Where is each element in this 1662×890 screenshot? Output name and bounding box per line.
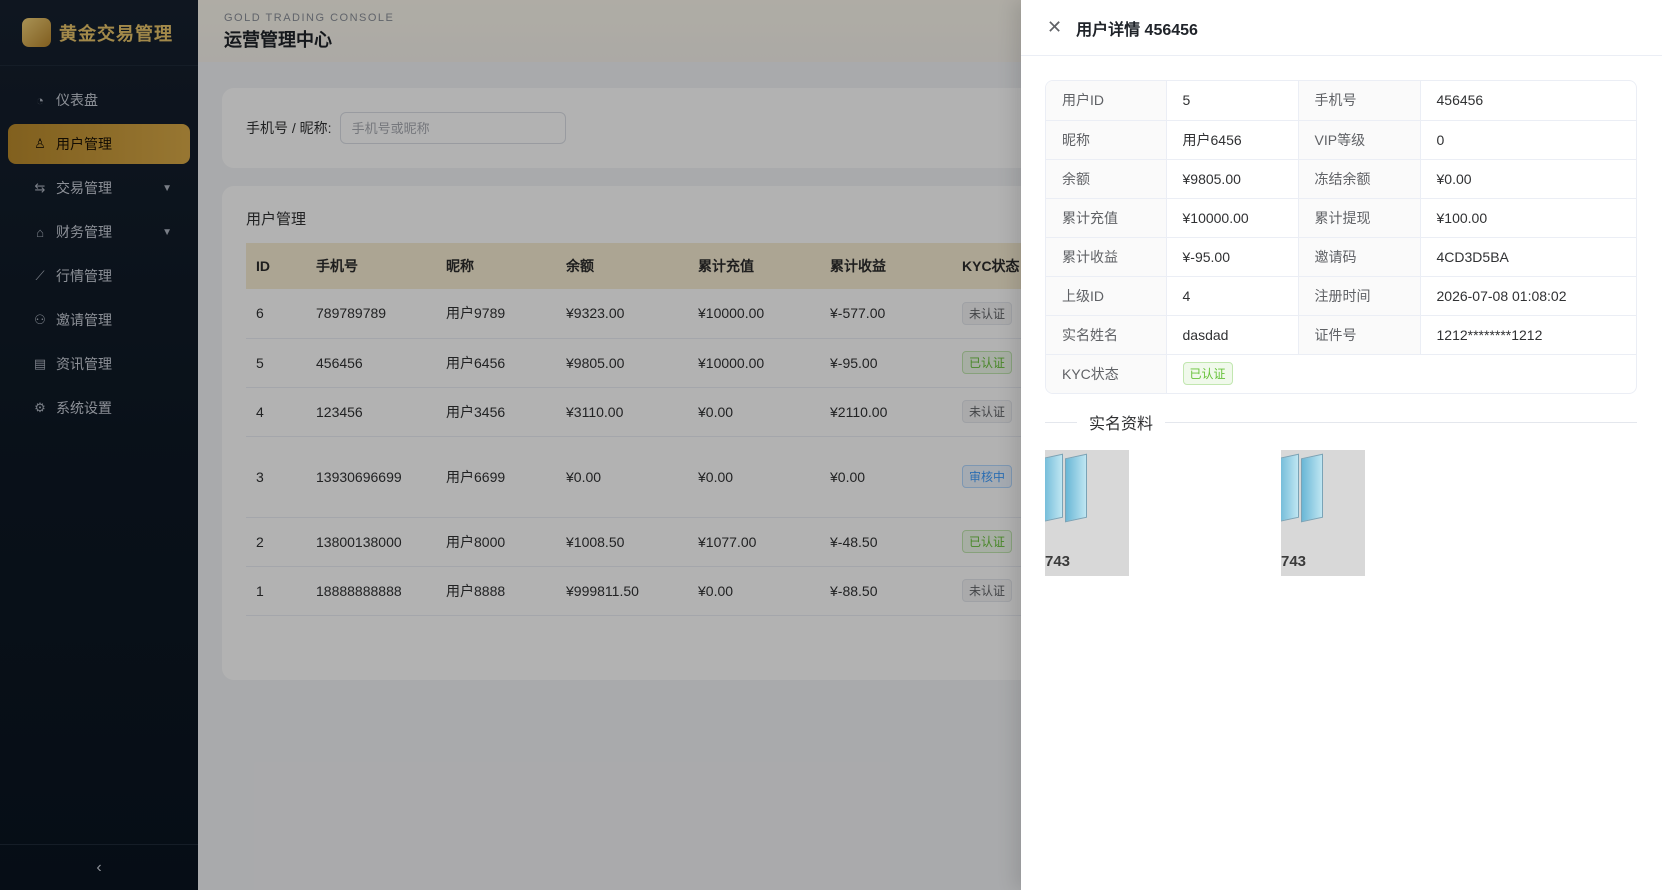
desc-row: 累计收益 ¥-95.00 邀请码 4CD3D5BA — [1046, 237, 1636, 277]
desc-value: dasdad — [1166, 315, 1299, 355]
desc-value: ¥100.00 — [1420, 198, 1636, 238]
desc-row: KYC状态 已认证 — [1046, 354, 1636, 393]
desc-label: KYC状态 — [1046, 354, 1167, 393]
desc-label: 用户ID — [1046, 81, 1167, 121]
drawer-title: 用户详情 456456 — [1076, 21, 1198, 39]
desc-row: 上级ID 4 注册时间 2026-07-08 01:08:02 — [1046, 276, 1636, 316]
desc-label: VIP等级 — [1298, 120, 1421, 160]
desc-label: 累计提现 — [1298, 198, 1421, 238]
divider-line — [1165, 421, 1637, 423]
kyc-image-back[interactable]: 743 — [1281, 450, 1365, 576]
desc-value: ¥9805.00 — [1166, 159, 1299, 199]
image-caption: 743 — [1045, 553, 1071, 570]
desc-label: 上级ID — [1046, 276, 1167, 316]
desc-value: 4CD3D5BA — [1420, 237, 1636, 277]
desc-label: 冻结余额 — [1298, 159, 1421, 199]
drawer-header: ✕ 用户详情 456456 — [1021, 0, 1662, 56]
desc-row: 昵称 用户6456 VIP等级 0 — [1046, 120, 1636, 160]
desc-value: ¥10000.00 — [1166, 198, 1299, 238]
kyc-status-badge: 已认证 — [1182, 362, 1233, 386]
desc-value: ¥0.00 — [1420, 159, 1636, 199]
desc-value: 456456 — [1420, 81, 1636, 121]
desc-row: 累计充值 ¥10000.00 累计提现 ¥100.00 — [1046, 198, 1636, 238]
desc-label: 邀请码 — [1298, 237, 1421, 277]
desc-label: 手机号 — [1298, 81, 1421, 121]
desc-label: 证件号 — [1298, 315, 1421, 355]
desc-value: 5 — [1166, 81, 1299, 121]
desc-row: 实名姓名 dasdad 证件号 1212********1212 — [1046, 315, 1636, 355]
desc-value: 2026-07-08 01:08:02 — [1420, 276, 1636, 316]
desc-label: 余额 — [1046, 159, 1167, 199]
desc-label: 注册时间 — [1298, 276, 1421, 316]
image-caption: 743 — [1281, 553, 1307, 570]
close-icon[interactable]: ✕ — [1047, 17, 1062, 38]
file-book-icon — [1045, 453, 1063, 523]
section-title: 实名资料 — [1089, 416, 1154, 433]
desc-value: ¥-95.00 — [1166, 237, 1299, 277]
file-book-icon — [1065, 453, 1087, 523]
desc-label: 实名姓名 — [1046, 315, 1167, 355]
desc-value: 用户6456 — [1166, 120, 1299, 160]
desc-value: 1212********1212 — [1420, 315, 1636, 355]
user-detail-drawer: ✕ 用户详情 456456 用户ID 5 手机号 456456 昵称 用户645… — [1021, 0, 1662, 890]
desc-label: 累计收益 — [1046, 237, 1167, 277]
divider-line — [1045, 421, 1077, 423]
file-book-icon — [1301, 453, 1323, 523]
kyc-image-front[interactable]: 743 — [1045, 450, 1129, 576]
section-divider: 实名资料 — [1045, 406, 1637, 438]
user-description-table: 用户ID 5 手机号 456456 昵称 用户6456 VIP等级 0 余额 ¥… — [1045, 80, 1637, 394]
desc-row: 余额 ¥9805.00 冻结余额 ¥0.00 — [1046, 159, 1636, 199]
desc-label: 昵称 — [1046, 120, 1167, 160]
desc-value: 已认证 — [1166, 354, 1636, 393]
file-book-icon — [1281, 453, 1299, 523]
desc-value: 0 — [1420, 120, 1636, 160]
desc-label: 累计充值 — [1046, 198, 1167, 238]
desc-row: 用户ID 5 手机号 456456 — [1046, 81, 1636, 121]
desc-value: 4 — [1166, 276, 1299, 316]
